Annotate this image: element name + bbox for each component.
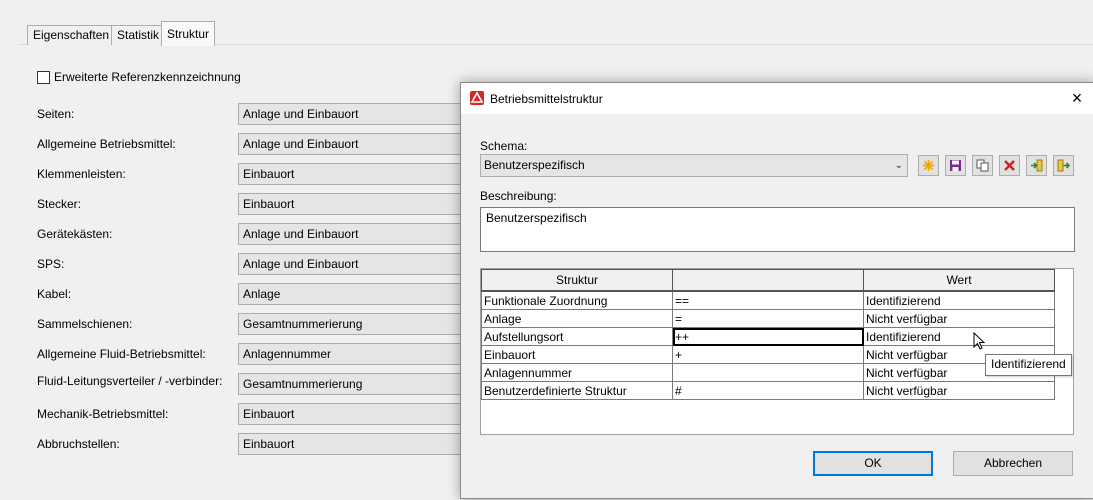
cell-struktur[interactable]: Aufstellungsort bbox=[481, 327, 673, 346]
table-row: Anlage = Nicht verfügbar bbox=[481, 309, 1055, 328]
cell-symbol[interactable]: + bbox=[672, 345, 864, 364]
label-sammelschienen: Sammelschienen: bbox=[37, 317, 133, 331]
cell-struktur[interactable]: Einbauort bbox=[481, 345, 673, 364]
grid-header-row: Struktur Wert bbox=[481, 269, 1055, 292]
app-logo-icon bbox=[470, 91, 484, 105]
ok-button[interactable]: OK bbox=[813, 451, 933, 476]
cell-wert[interactable]: Nicht verfügbar bbox=[863, 309, 1055, 328]
label-geraetekaesten: Gerätekästen: bbox=[37, 227, 113, 241]
table-row: Aufstellungsort ++ Identifizierend bbox=[481, 327, 1055, 346]
cell-symbol[interactable]: = bbox=[672, 309, 864, 328]
checkbox-box[interactable] bbox=[37, 70, 50, 84]
table-row: Einbauort + Nicht verfügbar bbox=[481, 345, 1055, 364]
dialog-title: Betriebsmittelstruktur bbox=[490, 92, 603, 106]
field-sps[interactable]: Anlage und Einbauort bbox=[238, 253, 468, 275]
cell-wert[interactable]: Identifizierend bbox=[863, 290, 1055, 310]
label-kabel: Kabel: bbox=[37, 287, 72, 301]
column-header-wert[interactable]: Wert bbox=[863, 269, 1055, 292]
mouse-cursor-icon bbox=[973, 332, 986, 350]
label-klemmenleisten: Klemmenleisten: bbox=[37, 167, 126, 181]
erweiterte-referenzkennzeichnung-checkbox[interactable]: Erweiterte Referenzkennzeichnung bbox=[37, 70, 241, 84]
new-icon[interactable] bbox=[918, 155, 939, 176]
field-kabel[interactable]: Anlage bbox=[238, 283, 468, 305]
tooltip: Identifizierend bbox=[985, 354, 1072, 376]
betriebsmittelstruktur-dialog: Betriebsmittelstruktur × Schema: Benutze… bbox=[460, 82, 1093, 499]
field-klemmenleisten[interactable]: Einbauort bbox=[238, 163, 468, 185]
cell-symbol-selected[interactable]: ++ bbox=[672, 327, 864, 346]
column-header-symbol[interactable] bbox=[672, 269, 864, 292]
cell-wert[interactable]: Nicht verfügbar bbox=[863, 381, 1055, 400]
field-abbruchstellen[interactable]: Einbauort bbox=[238, 433, 468, 455]
label-sps: SPS: bbox=[37, 257, 65, 271]
label-allgemeine-fluid-betriebsmittel: Allgemeine Fluid-Betriebsmittel: bbox=[37, 347, 206, 361]
label-seiten: Seiten: bbox=[37, 107, 75, 121]
label-allgemeine-betriebsmittel: Allgemeine Betriebsmittel: bbox=[37, 137, 176, 151]
export-icon[interactable] bbox=[1053, 155, 1074, 176]
description-textarea[interactable]: Benutzerspezifisch bbox=[480, 207, 1075, 252]
tab-statistik[interactable]: Statistik bbox=[111, 25, 166, 46]
table-row: Benutzerdefinierte Struktur # Nicht verf… bbox=[481, 381, 1055, 400]
dialog-titlebar[interactable]: Betriebsmittelstruktur × bbox=[461, 83, 1093, 114]
field-allgemeine-fluid-betriebsmittel[interactable]: Anlagennummer bbox=[238, 343, 468, 365]
chevron-down-icon: ⌄ bbox=[894, 160, 903, 171]
field-geraetekaesten[interactable]: Anlage und Einbauort bbox=[238, 223, 468, 245]
description-label: Beschreibung: bbox=[480, 189, 557, 203]
label-fluid-leitungsverteiler: Fluid-Leitungsverteiler / -verbinder: bbox=[37, 374, 223, 388]
cell-symbol[interactable]: # bbox=[672, 381, 864, 400]
import-icon[interactable] bbox=[1026, 155, 1047, 176]
label-mechanik-betriebsmittel: Mechanik-Betriebsmittel: bbox=[37, 407, 169, 421]
tab-eigenschaften[interactable]: Eigenschaften bbox=[27, 25, 116, 46]
tab-struktur[interactable]: Struktur bbox=[161, 21, 216, 46]
close-icon[interactable]: × bbox=[1066, 87, 1088, 109]
cell-struktur[interactable]: Benutzerdefinierte Struktur bbox=[481, 381, 673, 400]
table-row: Anlagennummer Nicht verfügbar bbox=[481, 363, 1055, 382]
schema-label: Schema: bbox=[480, 139, 528, 153]
table-row: Funktionale Zuordnung == Identifizierend bbox=[481, 290, 1055, 310]
save-icon[interactable] bbox=[945, 155, 966, 176]
field-seiten[interactable]: Anlage und Einbauort bbox=[238, 103, 468, 125]
cell-struktur[interactable]: Anlage bbox=[481, 309, 673, 328]
cell-wert[interactable]: Identifizierend bbox=[863, 327, 1055, 346]
field-fluid-leitungsverteiler[interactable]: Gesamtnummerierung bbox=[238, 373, 468, 395]
field-stecker[interactable]: Einbauort bbox=[238, 193, 468, 215]
column-header-struktur[interactable]: Struktur bbox=[481, 269, 673, 292]
delete-icon[interactable] bbox=[999, 155, 1020, 176]
label-stecker: Stecker: bbox=[37, 197, 82, 211]
cell-symbol[interactable] bbox=[672, 363, 864, 382]
field-sammelschienen[interactable]: Gesamtnummerierung bbox=[238, 313, 468, 335]
cell-struktur[interactable]: Funktionale Zuordnung bbox=[481, 290, 673, 310]
label-abbruchstellen: Abbruchstellen: bbox=[37, 437, 120, 451]
schema-select[interactable]: Benutzerspezifisch ⌄ bbox=[480, 154, 908, 177]
cell-symbol[interactable]: == bbox=[672, 290, 864, 310]
field-allgemeine-betriebsmittel[interactable]: Anlage und Einbauort bbox=[238, 133, 468, 155]
field-mechanik-betriebsmittel[interactable]: Einbauort bbox=[238, 403, 468, 425]
checkbox-label: Erweiterte Referenzkennzeichnung bbox=[54, 70, 241, 84]
schema-value: Benutzerspezifisch bbox=[484, 158, 585, 172]
cancel-button[interactable]: Abbrechen bbox=[953, 451, 1073, 476]
copy-icon[interactable] bbox=[972, 155, 993, 176]
cell-struktur[interactable]: Anlagennummer bbox=[481, 363, 673, 382]
